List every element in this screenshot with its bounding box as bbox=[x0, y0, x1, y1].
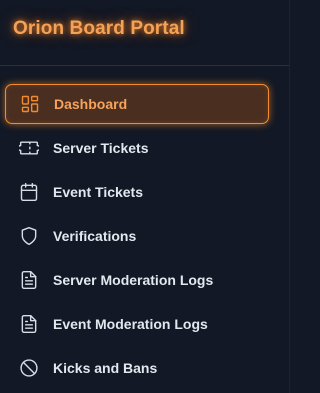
sidebar-item-label: Server Tickets bbox=[53, 140, 149, 156]
ticket-icon bbox=[19, 138, 39, 158]
sidebar-item-label: Server Moderation Logs bbox=[53, 272, 214, 288]
document-icon bbox=[19, 270, 39, 290]
app-title: Orion Board Portal bbox=[13, 18, 185, 39]
sidebar-item-event-moderation-logs[interactable]: Event Moderation Logs bbox=[5, 304, 269, 344]
shield-icon bbox=[19, 226, 39, 246]
sidebar-item-label: Event Tickets bbox=[53, 184, 144, 200]
sidebar-nav: Dashboard Server Tickets Event Tickets V… bbox=[0, 84, 290, 392]
sidebar-item-label: Dashboard bbox=[54, 96, 128, 112]
calendar-icon bbox=[19, 182, 39, 202]
sidebar: Orion Board Portal Dashboard Server Tick… bbox=[0, 0, 290, 393]
ban-icon bbox=[19, 358, 39, 378]
sidebar-item-server-tickets[interactable]: Server Tickets bbox=[5, 128, 269, 168]
sidebar-header: Orion Board Portal bbox=[0, 0, 289, 66]
sidebar-item-event-tickets[interactable]: Event Tickets bbox=[5, 172, 269, 212]
sidebar-item-kicks-and-bans[interactable]: Kicks and Bans bbox=[5, 348, 269, 388]
sidebar-item-dashboard[interactable]: Dashboard bbox=[5, 84, 269, 124]
document-icon bbox=[19, 314, 39, 334]
sidebar-item-label: Kicks and Bans bbox=[53, 360, 158, 376]
dashboard-icon bbox=[20, 94, 40, 114]
sidebar-item-label: Verifications bbox=[53, 228, 137, 244]
sidebar-item-label: Event Moderation Logs bbox=[53, 316, 208, 332]
sidebar-item-server-moderation-logs[interactable]: Server Moderation Logs bbox=[5, 260, 269, 300]
sidebar-item-verifications[interactable]: Verifications bbox=[5, 216, 269, 256]
